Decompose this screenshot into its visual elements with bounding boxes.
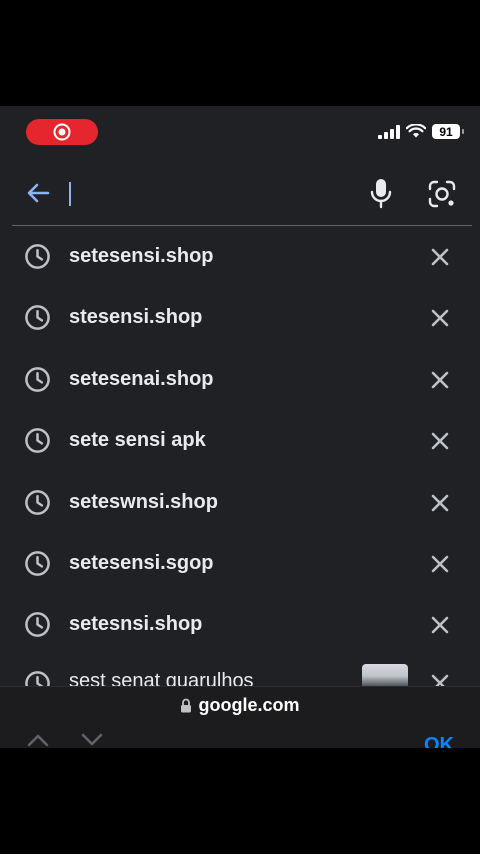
suggestion-list: setesensi.shop stesensi.shop setesenai.s… [0,226,480,717]
remove-suggestion-icon[interactable] [430,431,450,451]
history-clock-icon [25,305,50,331]
arrow-left-icon [27,183,50,203]
history-clock-icon [25,551,50,576]
suggestion-item[interactable]: seteswnsi.shop [0,472,480,533]
history-clock-icon [25,489,50,515]
suggestion-text: stesensi.shop [69,306,203,329]
history-clock-icon [25,428,50,454]
status-icons: 91 [378,124,464,139]
suggestion-item[interactable]: stesensi.shop [0,287,480,348]
suggestion-text: setesensi.shop [69,245,214,267]
chevron-up-icon[interactable] [26,732,50,748]
suggestion-text: setesenai.shop [69,367,214,390]
record-icon [53,123,71,141]
keyboard-toolbar: OK [0,722,480,748]
wifi-icon [406,124,426,138]
url-domain: google.com [198,694,300,715]
cellular-signal-icon [378,124,400,139]
remove-suggestion-icon[interactable] [430,247,450,267]
remove-suggestion-icon[interactable] [430,493,450,513]
suggestion-text: sete sensi apk [69,429,206,452]
history-clock-icon [25,244,50,269]
suggestion-item[interactable]: setesensi.sgop [0,533,480,594]
browser-screen: 91 setesensi.shop stesensi.shop setesena… [0,106,480,748]
url-bar[interactable]: google.com [0,686,480,723]
microphone-icon [370,179,392,209]
suggestion-text: setesensi.sgop [69,551,214,574]
suggestion-item[interactable]: setesnsi.shop [0,594,480,655]
voice-search-button[interactable] [366,176,396,210]
lock-icon [181,698,192,712]
history-clock-icon [25,366,50,392]
remove-suggestion-icon[interactable] [430,370,450,390]
chevron-down-icon[interactable] [80,732,104,748]
remove-suggestion-icon[interactable] [430,308,450,328]
camera-lens-icon [428,180,456,208]
suggestion-item[interactable]: setesenai.shop [0,349,480,410]
lens-search-button[interactable] [426,178,458,210]
history-clock-icon [25,612,50,638]
remove-suggestion-icon[interactable] [430,554,450,574]
battery-level: 91 [439,124,453,139]
suggestion-item[interactable]: sete sensi apk [0,410,480,471]
remove-suggestion-icon[interactable] [430,615,450,635]
ok-button[interactable]: OK [424,734,454,748]
status-bar: 91 [0,106,480,158]
screen-record-indicator[interactable] [26,119,98,145]
text-cursor [69,182,71,206]
battery-indicator: 91 [432,124,464,139]
suggestion-text: setesnsi.shop [69,613,203,636]
back-button[interactable] [22,176,56,210]
search-input[interactable] [76,178,350,212]
search-bar [0,158,480,226]
suggestion-text: seteswnsi.shop [69,490,218,513]
suggestion-item[interactable]: setesensi.shop [0,226,480,287]
